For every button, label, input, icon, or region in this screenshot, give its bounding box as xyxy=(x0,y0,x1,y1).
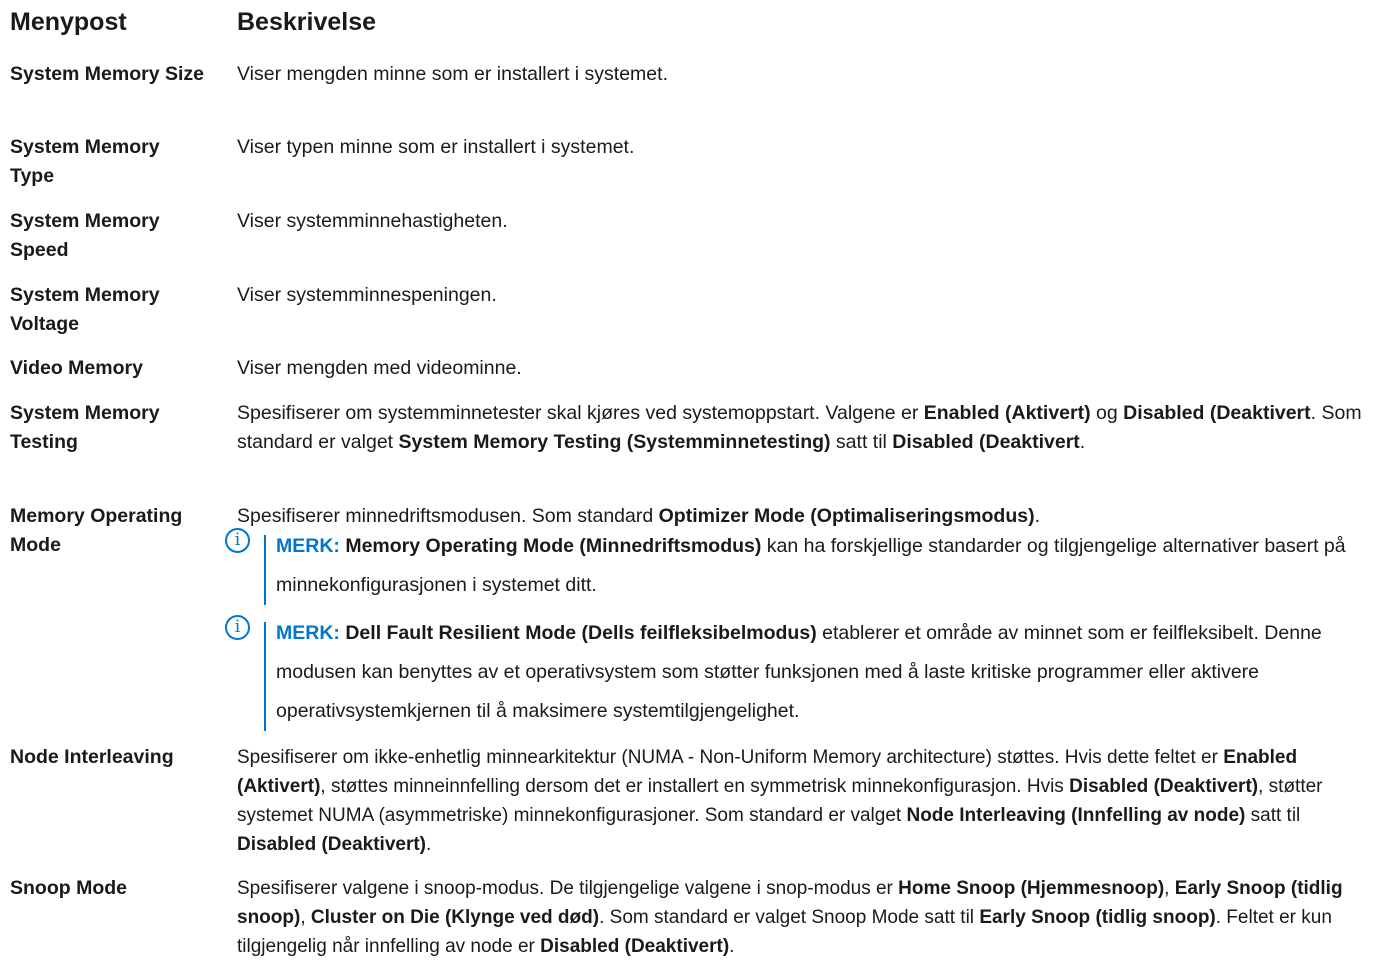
table-row: System Memory Testing Spesifiserer om sy… xyxy=(10,399,1370,457)
menu-item-label: Snoop Mode xyxy=(10,877,127,899)
note: i MERK: Memory Operating Mode (Minnedrif… xyxy=(225,527,1370,605)
menu-item-label: Video Memory xyxy=(10,357,143,379)
description: Spesifiserer minnedriftsmodusen. Som sta… xyxy=(225,502,1370,731)
document-page: Menypost Beskrivelse System Memory Size … xyxy=(0,0,1373,957)
description: Viser systemminnespeningen. xyxy=(237,284,497,306)
table-row: Node Interleaving Spesifiserer om ikke-e… xyxy=(10,743,1370,859)
note: i MERK: Dell Fault Resilient Mode (Dells… xyxy=(225,614,1370,731)
menu-item-label: Node Interleaving xyxy=(10,746,174,768)
table-row: Memory Operating Mode Spesifiserer minne… xyxy=(10,502,1370,731)
menu-item-label: System Memory Type xyxy=(10,136,160,187)
description: Spesifiserer valgene i snoop-modus. De t… xyxy=(237,878,1343,957)
note-bar xyxy=(264,535,266,605)
table-row: System Memory Type Viser typen minne som… xyxy=(10,133,1370,191)
info-icon: i xyxy=(225,615,250,640)
menu-item-label: Memory Operating Mode xyxy=(10,505,183,556)
column-header-menu-item: Menypost xyxy=(10,8,127,36)
description: Viser typen minne som er installert i sy… xyxy=(237,136,635,158)
table-row: System Memory Speed Viser systemminnehas… xyxy=(10,207,1370,265)
menu-item-label: System Memory Voltage xyxy=(10,284,160,335)
description: Spesifiserer om systemminnetester skal k… xyxy=(237,402,1362,453)
column-header-description: Beskrivelse xyxy=(237,8,377,36)
description: Spesifiserer om ikke-enhetlig minnearkit… xyxy=(237,747,1323,855)
info-icon: i xyxy=(225,528,250,553)
table-row: System Memory Size Viser mengden minne s… xyxy=(10,60,1370,89)
menu-item-label: System Memory Testing xyxy=(10,402,160,453)
menu-item-label: System Memory Speed xyxy=(10,210,160,261)
table-row: System Memory Voltage Viser systemminnes… xyxy=(10,281,1370,339)
table-header: Menypost Beskrivelse xyxy=(10,8,376,37)
menu-item-label: System Memory Size xyxy=(10,63,205,85)
table-row: Video Memory Viser mengden med videominn… xyxy=(10,354,1370,383)
description: Viser mengden med videominne. xyxy=(237,357,522,379)
note-bar xyxy=(264,622,266,731)
description: Viser systemminnehastigheten. xyxy=(237,210,508,232)
table-row: Snoop Mode Spesifiserer valgene i snoop-… xyxy=(10,874,1370,961)
description: Viser mengden minne som er installert i … xyxy=(237,63,668,85)
